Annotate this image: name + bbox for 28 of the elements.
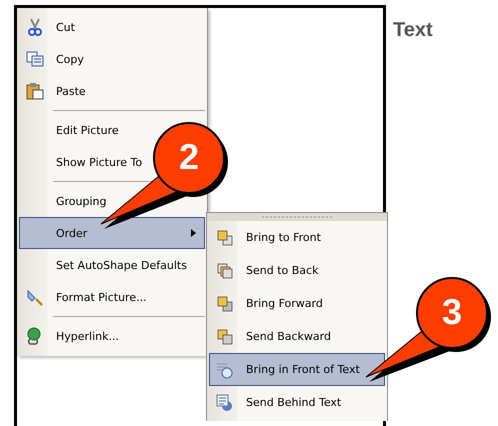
menu-item[interactable]: Bring in Front of Text xyxy=(209,353,385,386)
text-label: Text xyxy=(393,19,433,42)
menu-item[interactable]: Copy xyxy=(19,43,205,75)
scissors-icon xyxy=(28,18,42,36)
menu-item[interactable]: Hyperlink... xyxy=(19,320,205,352)
menu-item[interactable]: Cut xyxy=(19,11,205,43)
menu-item[interactable]: Set AutoShape Defaults xyxy=(19,249,205,281)
menu-item[interactable]: Bring Forward xyxy=(209,287,385,320)
menu-item[interactable]: Bring to Front xyxy=(209,221,385,254)
menu-item[interactable]: Send to Back xyxy=(209,254,385,287)
stacked-squares-icon xyxy=(217,296,233,312)
paint-brush-icon xyxy=(26,288,44,306)
step-number: 3 xyxy=(440,291,464,333)
copy-icon xyxy=(26,51,44,67)
stacked-squares-icon xyxy=(217,230,233,246)
step-number: 2 xyxy=(178,136,200,178)
grip-handle[interactable] xyxy=(207,213,387,221)
text-circle-icon xyxy=(216,360,234,378)
menu-item[interactable]: Send Behind Text xyxy=(209,386,385,419)
text-circle-icon xyxy=(216,394,234,412)
menu-item[interactable]: Paste xyxy=(19,75,205,107)
menu-item[interactable]: Grouping xyxy=(19,185,205,217)
stacked-squares-icon xyxy=(217,328,233,344)
menu-item[interactable]: Order xyxy=(19,217,205,249)
menu-item[interactable]: Send Backward xyxy=(209,320,385,353)
menu-item[interactable]: Format Picture... xyxy=(19,281,205,313)
paste-icon xyxy=(26,82,44,100)
stacked-squares-icon xyxy=(217,262,233,278)
